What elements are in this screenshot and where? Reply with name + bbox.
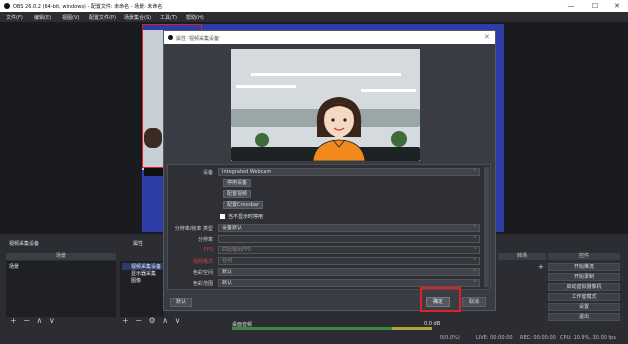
deactivate-when-hidden-checkbox[interactable] <box>220 214 225 219</box>
cpu-fps: CPU: 10.9%, 30.00 fps <box>560 335 616 341</box>
source-props-button[interactable]: 属性 <box>133 240 143 247</box>
ok-button-highlight <box>420 287 461 312</box>
properties-scrollbar[interactable] <box>484 167 489 287</box>
chevron-down-icon: ⌃ <box>472 247 477 253</box>
fps-label: FPS <box>203 247 213 253</box>
scenes-dock-title: 视频采集设备 <box>9 241 40 247</box>
device-select[interactable]: Integrated Webcam ⌃ <box>218 168 480 176</box>
close-button[interactable]: ✕ <box>606 1 628 11</box>
resolution-label: 分辨率 <box>197 237 213 243</box>
dialog-titlebar: 属性 '视频采集设备' ✕ <box>164 31 495 44</box>
checkbox-label: 当不显示时停用 <box>228 214 264 220</box>
chevron-down-icon: ⌃ <box>472 236 477 242</box>
menubar: 文件(F) 编辑(E) 视图(V) 配置文件(P) 场景集合(S) 工具(T) … <box>0 12 628 22</box>
source-item-webcam[interactable]: 视频采集设备 <box>122 263 164 270</box>
device-label: 设备 <box>202 170 213 176</box>
rec-timer: REC: 00:00:00 <box>520 335 556 341</box>
settings-button[interactable]: 设置 <box>548 303 620 311</box>
scene-item[interactable]: 场景 <box>9 263 19 270</box>
transitions-header: 转场 <box>498 253 546 260</box>
maximize-button[interactable]: ☐ <box>584 1 606 11</box>
live-timer: LIVE: 00:00:00 <box>476 335 513 341</box>
cancel-button[interactable]: 取消 <box>462 297 486 307</box>
menu-file[interactable]: 文件(F) <box>6 14 23 21</box>
volume-meter-peak <box>392 327 432 330</box>
menu-help[interactable]: 帮助(H) <box>186 14 204 21</box>
color-space-select[interactable]: 默认 ⌃ <box>218 268 480 276</box>
res-type-select[interactable]: 设备默认 ⌃ <box>218 224 480 232</box>
deactivate-button[interactable]: 停用设备 <box>223 179 252 187</box>
video-format-value: 任何 <box>222 258 233 264</box>
scenes-toolbar[interactable]: + − ∧ ∨ <box>10 316 57 325</box>
source-item-display[interactable]: 显示器采集 <box>131 270 156 277</box>
chevron-down-icon: ⌃ <box>472 225 477 231</box>
fps-value: 匹配输出FPS <box>222 247 252 253</box>
window-titlebar: OBS 26.0.2 (64-bit, windows) - 配置文件: 未命名… <box>0 0 628 12</box>
dialog-close-button[interactable]: ✕ <box>484 33 490 41</box>
chevron-down-icon: ⌃ <box>472 280 477 286</box>
scenes-list <box>6 261 116 317</box>
obs-logo-icon <box>168 35 173 40</box>
start-streaming-button[interactable]: 开始推流 <box>548 263 620 271</box>
resolution-select[interactable]: ⌃ <box>218 235 480 243</box>
color-range-select[interactable]: 默认 ⌃ <box>218 279 480 287</box>
volume-meter <box>232 327 392 330</box>
device-value: Integrated Webcam <box>222 169 272 175</box>
obs-logo-icon <box>4 3 10 9</box>
color-space-label: 色彩空间 <box>192 270 213 276</box>
scenes-header: 场景 <box>6 253 116 260</box>
statusbar: 0(0.0%) LIVE: 00:00:00 REC: 00:00:00 CPU… <box>0 334 628 344</box>
properties-dialog: 属性 '视频采集设备' ✕ 设备 Integrated Webcam ⌃ 停用设… <box>163 30 496 311</box>
preview-mini-strip <box>144 168 164 176</box>
menu-view[interactable]: 视图(V) <box>62 14 79 21</box>
menu-profile[interactable]: 配置文件(P) <box>89 14 116 21</box>
controls-header: 控件 <box>548 253 620 260</box>
virtual-camera-button[interactable]: 启动虚拟摄像机 <box>548 283 620 291</box>
video-format-label: 视频格式 <box>192 259 213 265</box>
exit-button[interactable]: 退出 <box>548 313 620 321</box>
window-title: OBS 26.0.2 (64-bit, windows) - 配置文件: 未命名… <box>13 4 163 10</box>
color-range-value: 默认 <box>222 280 233 286</box>
configure-crossbar-button[interactable]: 配置Crossbar <box>223 201 263 209</box>
minimize-button[interactable]: — <box>560 1 582 11</box>
dialog-title: 属性 '视频采集设备' <box>176 36 221 42</box>
chevron-down-icon: ⌃ <box>472 169 477 175</box>
chevron-down-icon: ⌃ <box>472 258 477 264</box>
menu-edit[interactable]: 编辑(E) <box>34 14 51 21</box>
properties-panel: 设备 Integrated Webcam ⌃ 停用设备 配置视频 配置Cross… <box>167 164 491 290</box>
source-item-image[interactable]: 图像 <box>131 277 141 284</box>
webcam-preview <box>231 49 420 161</box>
defaults-button[interactable]: 默认 <box>170 298 192 307</box>
fps-select[interactable]: 匹配输出FPS ⌃ <box>218 246 480 254</box>
res-type-label: 分辨率/帧率 类型 <box>174 226 213 232</box>
color-range-label: 色彩范围 <box>192 281 213 287</box>
studio-mode-button[interactable]: 工作室模式 <box>548 293 620 301</box>
chevron-down-icon: ⌃ <box>472 269 477 275</box>
video-format-select[interactable]: 任何 ⌃ <box>218 257 480 265</box>
configure-video-button[interactable]: 配置视频 <box>223 190 252 198</box>
res-type-value: 设备默认 <box>222 225 243 231</box>
start-recording-button[interactable]: 开始录制 <box>548 273 620 281</box>
color-space-value: 默认 <box>222 269 233 275</box>
add-transition-button[interactable]: + <box>538 263 544 271</box>
avatar-illustration <box>312 97 366 161</box>
menu-scene-collection[interactable]: 场景集合(S) <box>124 14 151 21</box>
dropped-frames: 0(0.0%) <box>440 335 460 341</box>
sources-toolbar[interactable]: + − ⚙ ∧ ∨ <box>122 316 182 325</box>
menu-tools[interactable]: 工具(T) <box>160 14 177 21</box>
